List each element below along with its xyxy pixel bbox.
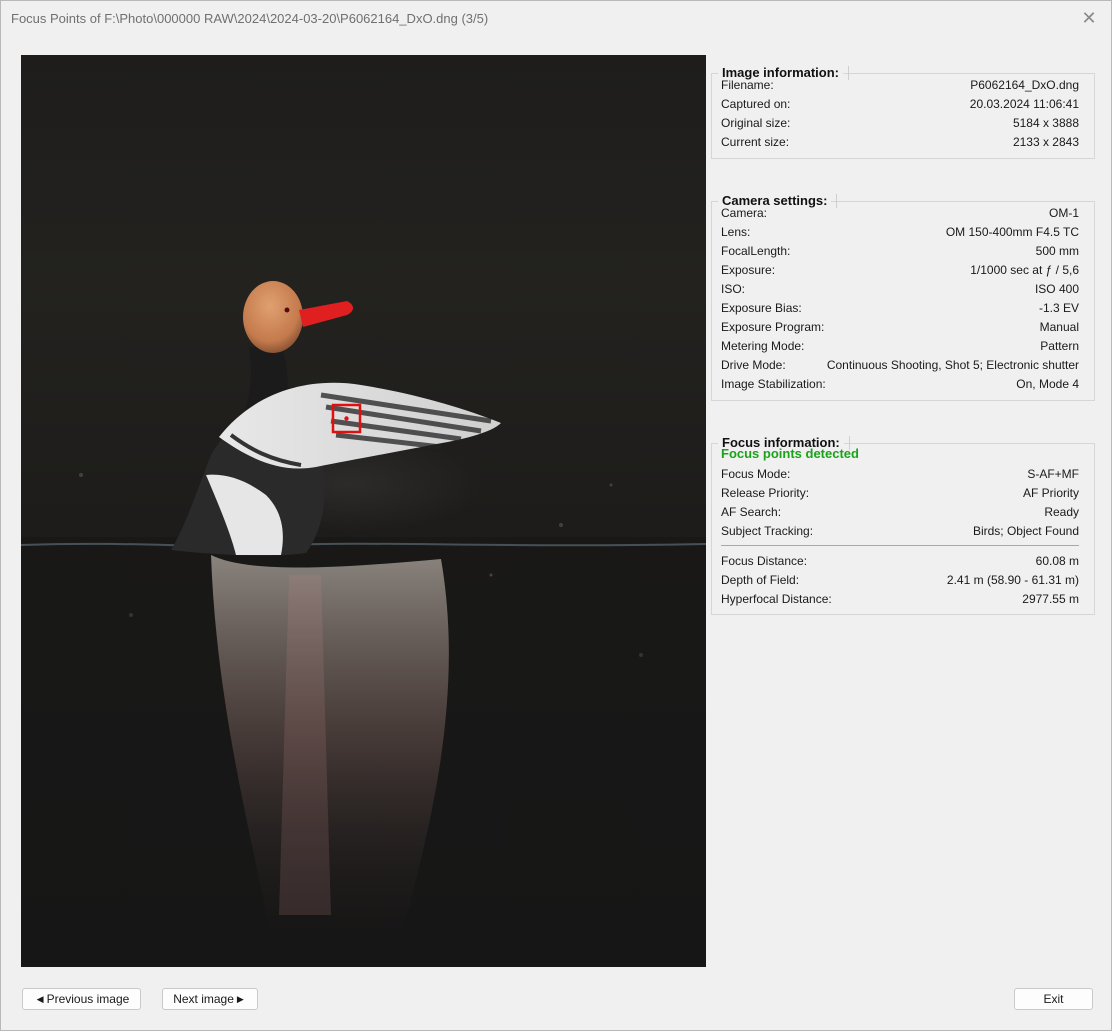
- photo-preview: [21, 55, 706, 967]
- info-row-original-size: Original size: 5184 x 3888: [721, 116, 1079, 130]
- next-image-button[interactable]: Next image ▶: [162, 988, 258, 1010]
- camera-row-lens: Lens: OM 150-400mm F4.5 TC: [721, 225, 1079, 239]
- exit-label: Exit: [1043, 992, 1064, 1006]
- camera-row-iso: ISO: ISO 400: [721, 282, 1079, 296]
- info-row-filename: Filename: P6062164_DxO.dng: [721, 78, 1079, 92]
- title-bar: Focus Points of F:\Photo\000000 RAW\2024…: [1, 1, 1111, 35]
- triangle-right-icon: ▶: [236, 993, 244, 1004]
- focus-row-focus-distance: Focus Distance: 60.08 m: [721, 554, 1079, 568]
- focus-row-af-search: AF Search: Ready: [721, 505, 1079, 519]
- window-title: Focus Points of F:\Photo\000000 RAW\2024…: [11, 11, 489, 26]
- focus-row-release-priority: Release Priority: AF Priority: [721, 486, 1079, 500]
- triangle-left-icon: ◀: [36, 993, 44, 1004]
- photo-image: [21, 281, 706, 967]
- close-button[interactable]: ✕: [1067, 1, 1111, 35]
- focus-row-subject-tracking: Subject Tracking: Birds; Object Found: [721, 524, 1079, 538]
- close-icon: ✕: [1081, 7, 1097, 28]
- previous-image-label: Previous image: [46, 992, 130, 1006]
- focus-row-focus-mode: Focus Mode: S-AF+MF: [721, 467, 1079, 481]
- focus-row-depth-of-field: Depth of Field: 2.41 m (58.90 - 61.31 m): [721, 573, 1079, 587]
- info-row-captured: Captured on: 20.03.2024 11:06:41: [721, 97, 1079, 111]
- camera-settings-panel: Camera settings: Camera: OM-1 Lens: OM 150…: [711, 193, 1095, 401]
- focus-row-hyperfocal-distance: Hyperfocal Distance: 2977.55 m: [721, 592, 1079, 606]
- next-image-label: Next image: [173, 992, 234, 1006]
- focus-info-panel: Focus information: Focus points detected…: [711, 435, 1095, 615]
- focus-separator: [721, 545, 1079, 546]
- focus-status-text: Focus points detected: [721, 446, 859, 461]
- camera-row-focal-length: FocalLength: 500 mm: [721, 244, 1079, 258]
- focus-points-window: Focus Points of F:\Photo\000000 RAW\2024…: [0, 0, 1112, 1031]
- camera-row-exposure-bias: Exposure Bias: -1.3 EV: [721, 301, 1079, 315]
- camera-row-exposure-program: Exposure Program: Manual: [721, 320, 1079, 334]
- camera-row-metering-mode: Metering Mode: Pattern: [721, 339, 1079, 353]
- info-row-current-size: Current size: 2133 x 2843: [721, 135, 1079, 149]
- image-info-panel: Image information: Filename: P6062164_DxO…: [711, 65, 1095, 159]
- camera-row-camera: Camera: OM-1: [721, 206, 1079, 220]
- camera-row-exposure: Exposure: 1/1000 sec at ƒ / 5,6: [721, 263, 1079, 277]
- previous-image-button[interactable]: ◀ Previous image: [22, 988, 141, 1010]
- camera-row-drive-mode: Drive Mode: Continuous Shooting, Shot 5; …: [721, 358, 1079, 372]
- exit-button[interactable]: Exit: [1014, 988, 1093, 1010]
- camera-row-image-stabilization: Image Stabilization: On, Mode 4: [721, 377, 1079, 391]
